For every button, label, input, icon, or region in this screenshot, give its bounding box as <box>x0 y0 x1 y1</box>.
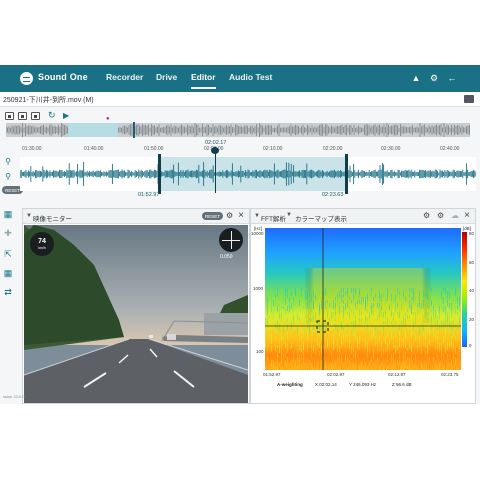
brand-name: Sound One <box>38 72 88 82</box>
loop-icon[interactable]: ↻ <box>48 111 56 120</box>
file-name: 250921-下川井-到所.mov (M) <box>3 97 94 104</box>
main-waveform-trace <box>20 161 476 187</box>
selection-start-time: 01:52.97 <box>138 192 160 198</box>
playhead[interactable] <box>215 149 216 193</box>
settings-icon[interactable]: ⚙ <box>423 212 430 220</box>
colorbar-tick: 60 <box>469 260 475 265</box>
cloud-icon[interactable]: ☁ <box>451 212 459 220</box>
colorbar-tick: 20 <box>469 317 475 322</box>
version-label: ssion 23.0.0 <box>3 394 25 399</box>
overview-selection[interactable] <box>68 123 118 137</box>
cursor-x-readout: X 02:02.14 <box>315 382 337 387</box>
video-monitor-icon[interactable]: ▦ <box>3 210 13 219</box>
x-tick: 02:02.97 <box>327 372 345 377</box>
video-frame[interactable]: 74 km/h 0.050 <box>24 225 248 403</box>
pause-button[interactable] <box>18 112 27 120</box>
folder-icon[interactable] <box>464 95 474 103</box>
tick-label: 02:40.00 <box>440 146 460 152</box>
x-tick: 02:12.97 <box>388 372 406 377</box>
swap-icon[interactable]: ⇄ <box>3 288 13 297</box>
chevron-down-icon[interactable]: ▼ <box>286 212 292 218</box>
speedometer: 74 km/h <box>30 232 54 256</box>
tick-label: 01:30.00 <box>22 146 42 152</box>
logout-icon[interactable]: ← <box>447 73 457 83</box>
app-window: Sound One Recorder Drive Editor Audio Te… <box>0 65 480 404</box>
grid-icon[interactable]: ▦ <box>3 269 13 278</box>
video-panel-header: ▼ 映像モニター RESET ⚙ × <box>23 209 249 224</box>
y-tick: 100 <box>256 349 264 354</box>
selection-end-time: 02:23.63 <box>322 192 344 198</box>
video-reset-button[interactable]: RESET <box>202 212 224 220</box>
colorbar <box>462 232 467 347</box>
nav-recorder[interactable]: Recorder <box>106 72 143 82</box>
zoom-in-icon[interactable]: ⚲ <box>3 157 13 166</box>
tick-label: 02:30.00 <box>381 146 401 152</box>
colorbar-tick: 80 <box>469 231 475 236</box>
sound-one-logo <box>20 72 33 85</box>
close-icon[interactable]: × <box>238 211 244 221</box>
cursor-y-readout: Y 246.093 Hz <box>349 382 377 387</box>
selection-end-handle[interactable] <box>345 154 348 194</box>
nav-drive[interactable]: Drive <box>156 72 177 82</box>
y-tick: 10000 <box>251 231 264 236</box>
gear-icon[interactable]: ⚙ <box>429 73 439 83</box>
file-bar: 250921-下川井-到所.mov (M) <box>0 92 480 107</box>
fft-panel-header: ▼ FFT解析 ▼ カラーマップ表示 ⚙ ⚙ ☁ × <box>251 209 475 224</box>
colorbar-tick: 0 <box>469 343 472 348</box>
stop-button[interactable] <box>5 112 14 120</box>
bell-icon[interactable]: ▲ <box>411 73 421 83</box>
spectrogram[interactable] <box>265 228 461 370</box>
nav-audio-test[interactable]: Audio Test <box>229 72 272 82</box>
video-panel: ▼ 映像モニター RESET ⚙ × 74 km/h 0.050 <box>22 208 250 404</box>
crosshair-icon[interactable]: ✚ <box>3 229 13 238</box>
video-panel-title: 映像モニター <box>33 216 72 223</box>
tick-label: 01:40.00 <box>84 146 104 152</box>
fft-panel-title: FFT解析 <box>261 216 286 223</box>
weighting-label: A-weighting <box>277 382 303 387</box>
chevron-down-icon[interactable]: ▼ <box>26 213 32 219</box>
fft-colormap-title: カラーマップ表示 <box>295 216 347 223</box>
tick-label: 02:10.00 <box>263 146 283 152</box>
colorbar-tick: 40 <box>469 288 475 293</box>
gear-icon[interactable]: ⚙ <box>437 212 444 220</box>
nav-editor[interactable]: Editor <box>191 72 216 89</box>
speed-unit: km/h <box>38 246 46 250</box>
close-icon[interactable]: × <box>464 211 470 221</box>
gear-icon[interactable]: ⚙ <box>226 212 233 220</box>
volume-icon[interactable]: ▶ <box>63 111 69 120</box>
chevron-down-icon[interactable]: ▼ <box>254 213 260 219</box>
playhead-knob[interactable] <box>211 147 219 154</box>
selection-start-handle[interactable] <box>158 154 161 194</box>
compass-icon <box>219 228 243 252</box>
cursor-time: 02:02.17 <box>205 140 227 146</box>
overview-marker-icon: ● <box>106 116 110 122</box>
fft-panel: ▼ FFT解析 ▼ カラーマップ表示 ⚙ ⚙ ☁ × [Hz] [dB] 100… <box>250 208 476 404</box>
speed-value: 74 <box>38 238 46 245</box>
x-tick: 01:52.97 <box>263 372 281 377</box>
overview-playhead[interactable] <box>133 122 135 138</box>
compass-value: 0.050 <box>220 254 233 260</box>
x-tick: 02:23.75 <box>441 372 459 377</box>
main-waveform[interactable] <box>20 147 476 194</box>
top-header: Sound One Recorder Drive Editor Audio Te… <box>0 65 480 92</box>
time-axis: 01:30.00 01:40.00 01:50.00 02:00.00 02:1… <box>0 146 480 156</box>
y-tick: 1000 <box>253 286 264 291</box>
tick-label: 01:50.00 <box>144 146 164 152</box>
zoom-out-icon[interactable]: ⚲ <box>3 172 13 181</box>
cursor-z-readout: Z 56.6 dB <box>392 382 412 387</box>
tick-label: 02:20.00 <box>323 146 343 152</box>
export-icon[interactable]: ⇱ <box>3 250 13 259</box>
play-button[interactable] <box>31 112 40 120</box>
